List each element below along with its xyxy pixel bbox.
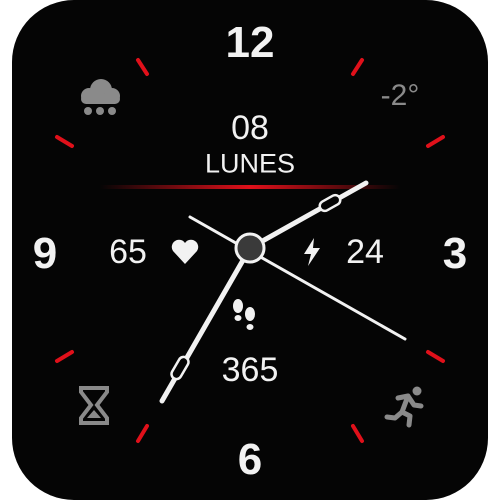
clock-hands [159, 180, 407, 404]
second-hand [188, 215, 407, 341]
center-cap [234, 232, 266, 264]
hour-hand [247, 180, 369, 251]
watch-face: 12 3 6 9 08 LUNES -2° 65 24 365 [12, 0, 488, 500]
minute-hand [159, 245, 253, 404]
